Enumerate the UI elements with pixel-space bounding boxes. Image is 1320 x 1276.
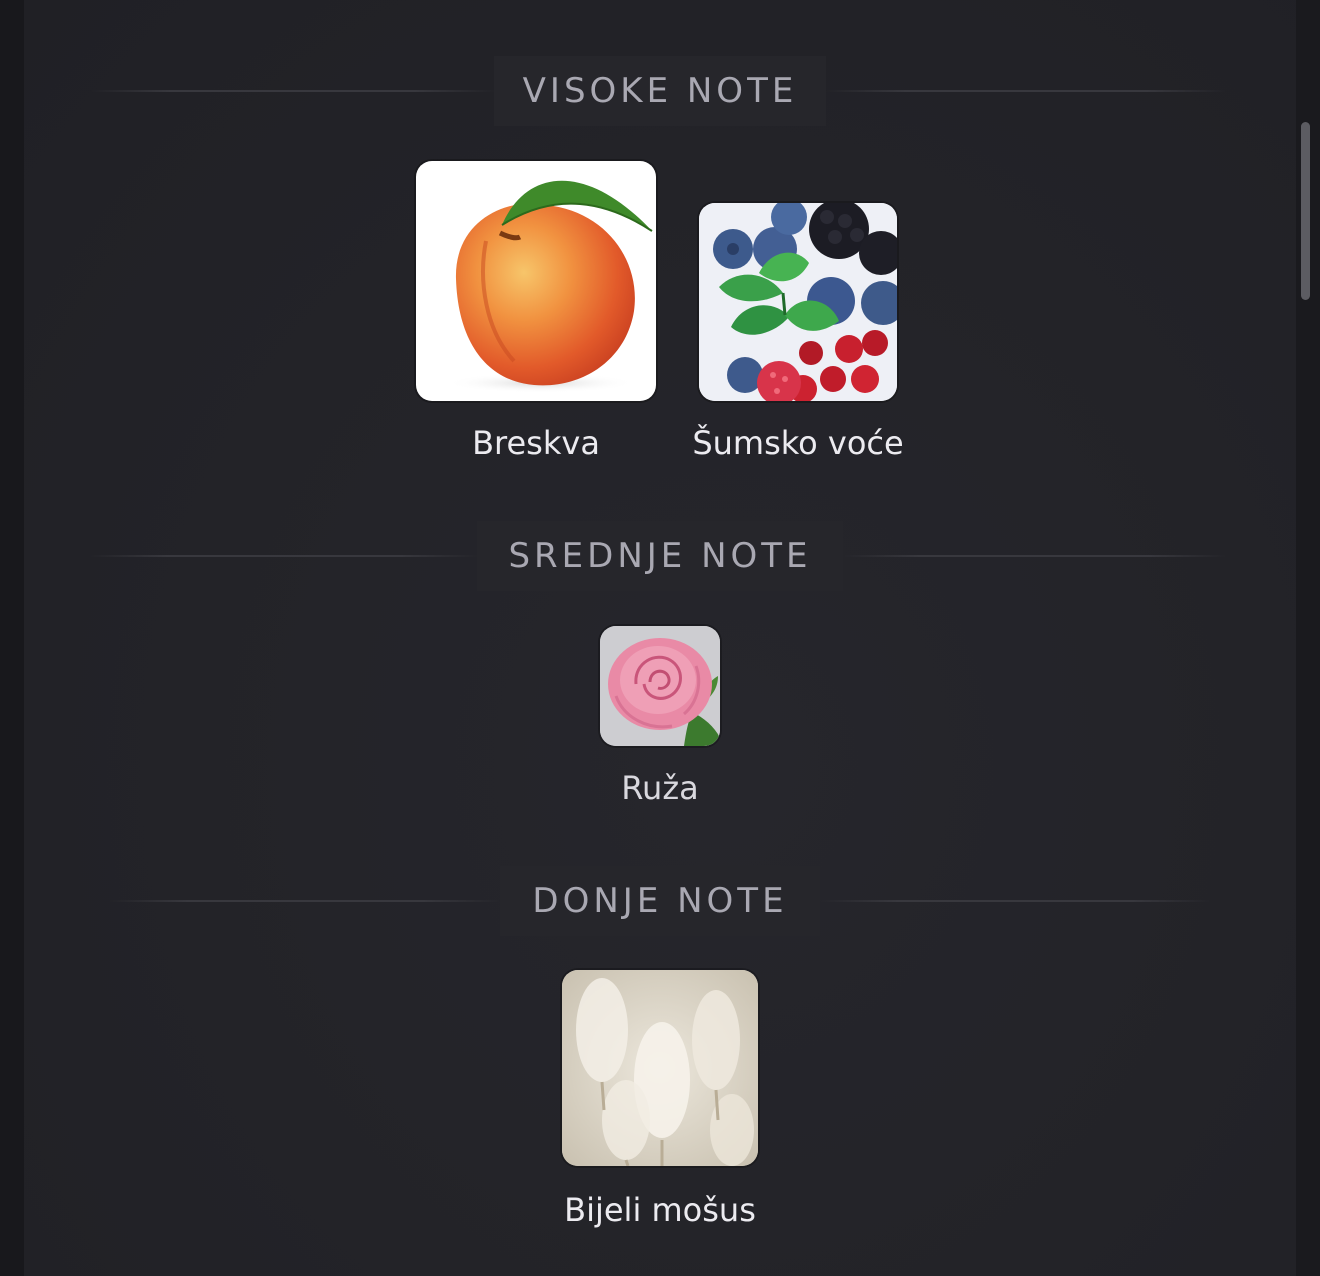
note-label: Bijeli mošus bbox=[564, 1191, 756, 1229]
divider-left bbox=[110, 900, 500, 902]
section-header-base-notes: DONJE NOTE bbox=[0, 866, 1320, 936]
section-title-box: DONJE NOTE bbox=[500, 866, 820, 936]
rose-icon bbox=[600, 626, 720, 746]
note-label: Breskva bbox=[472, 424, 600, 462]
note-label: Ruža bbox=[621, 769, 699, 807]
divider-right bbox=[820, 900, 1210, 902]
section-title: VISOKE NOTE bbox=[522, 71, 798, 111]
section-title: DONJE NOTE bbox=[532, 881, 788, 921]
section-title-box: SREDNJE NOTE bbox=[477, 521, 843, 591]
note-card-rose[interactable]: Ruža bbox=[599, 625, 721, 815]
section-title-box: VISOKE NOTE bbox=[494, 56, 826, 126]
divider-left bbox=[90, 555, 478, 557]
app-window: VISOKE NOTE Breskva Šumsko voće SREDNJE … bbox=[0, 0, 1320, 1276]
peach-icon bbox=[416, 161, 656, 401]
note-card-white-musk[interactable]: Bijeli mošus bbox=[561, 969, 759, 1233]
note-card-forest-fruit[interactable]: Šumsko voće bbox=[692, 202, 904, 470]
white-musk-icon bbox=[562, 970, 758, 1166]
note-card-peach[interactable]: Breskva bbox=[415, 160, 657, 470]
divider-right bbox=[826, 90, 1226, 92]
section-header-middle-notes: SREDNJE NOTE bbox=[0, 521, 1320, 591]
divider-right bbox=[843, 555, 1226, 557]
section-header-top-notes: VISOKE NOTE bbox=[0, 56, 1320, 126]
note-label: Šumsko voće bbox=[692, 424, 904, 462]
scrollbar-thumb[interactable] bbox=[1301, 122, 1310, 300]
divider-left bbox=[90, 90, 495, 92]
section-title: SREDNJE NOTE bbox=[508, 536, 812, 576]
forest-fruit-icon bbox=[699, 203, 897, 401]
